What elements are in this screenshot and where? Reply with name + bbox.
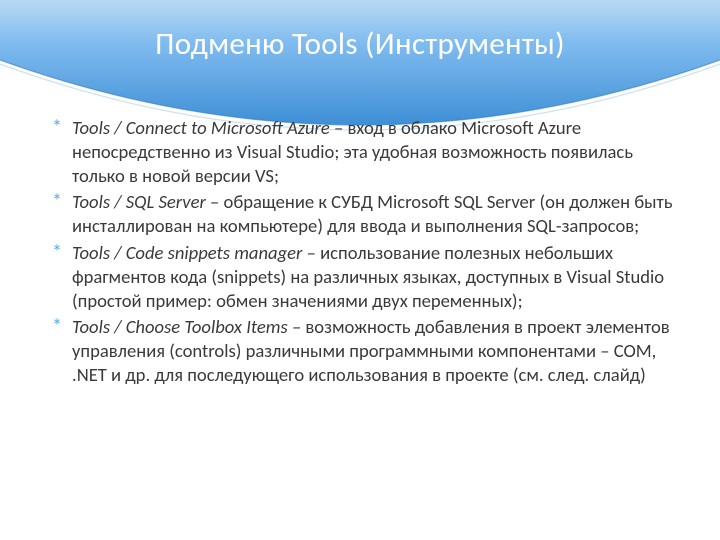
list-item: Tools / Choose Toolbox Items – возможнос… (58, 315, 678, 386)
slide: Подменю Tools (Инструменты) Tools / Conn… (0, 0, 720, 540)
item-lead: Tools / Connect to Microsoft Azure (72, 116, 330, 139)
slide-title: Подменю Tools (Инструменты) (0, 25, 720, 63)
slide-content: Tools / Connect to Microsoft Azure – вхо… (58, 116, 678, 390)
list-item: Tools / SQL Server – обращение к СУБД Mi… (58, 190, 678, 238)
list-item: Tools / Code snippets manager – использо… (58, 241, 678, 312)
item-lead: Tools / SQL Server (72, 190, 206, 213)
item-lead: Tools / Choose Toolbox Items (72, 315, 288, 338)
item-lead: Tools / Code snippets manager (72, 241, 302, 264)
list-item: Tools / Connect to Microsoft Azure – вхо… (58, 116, 678, 187)
